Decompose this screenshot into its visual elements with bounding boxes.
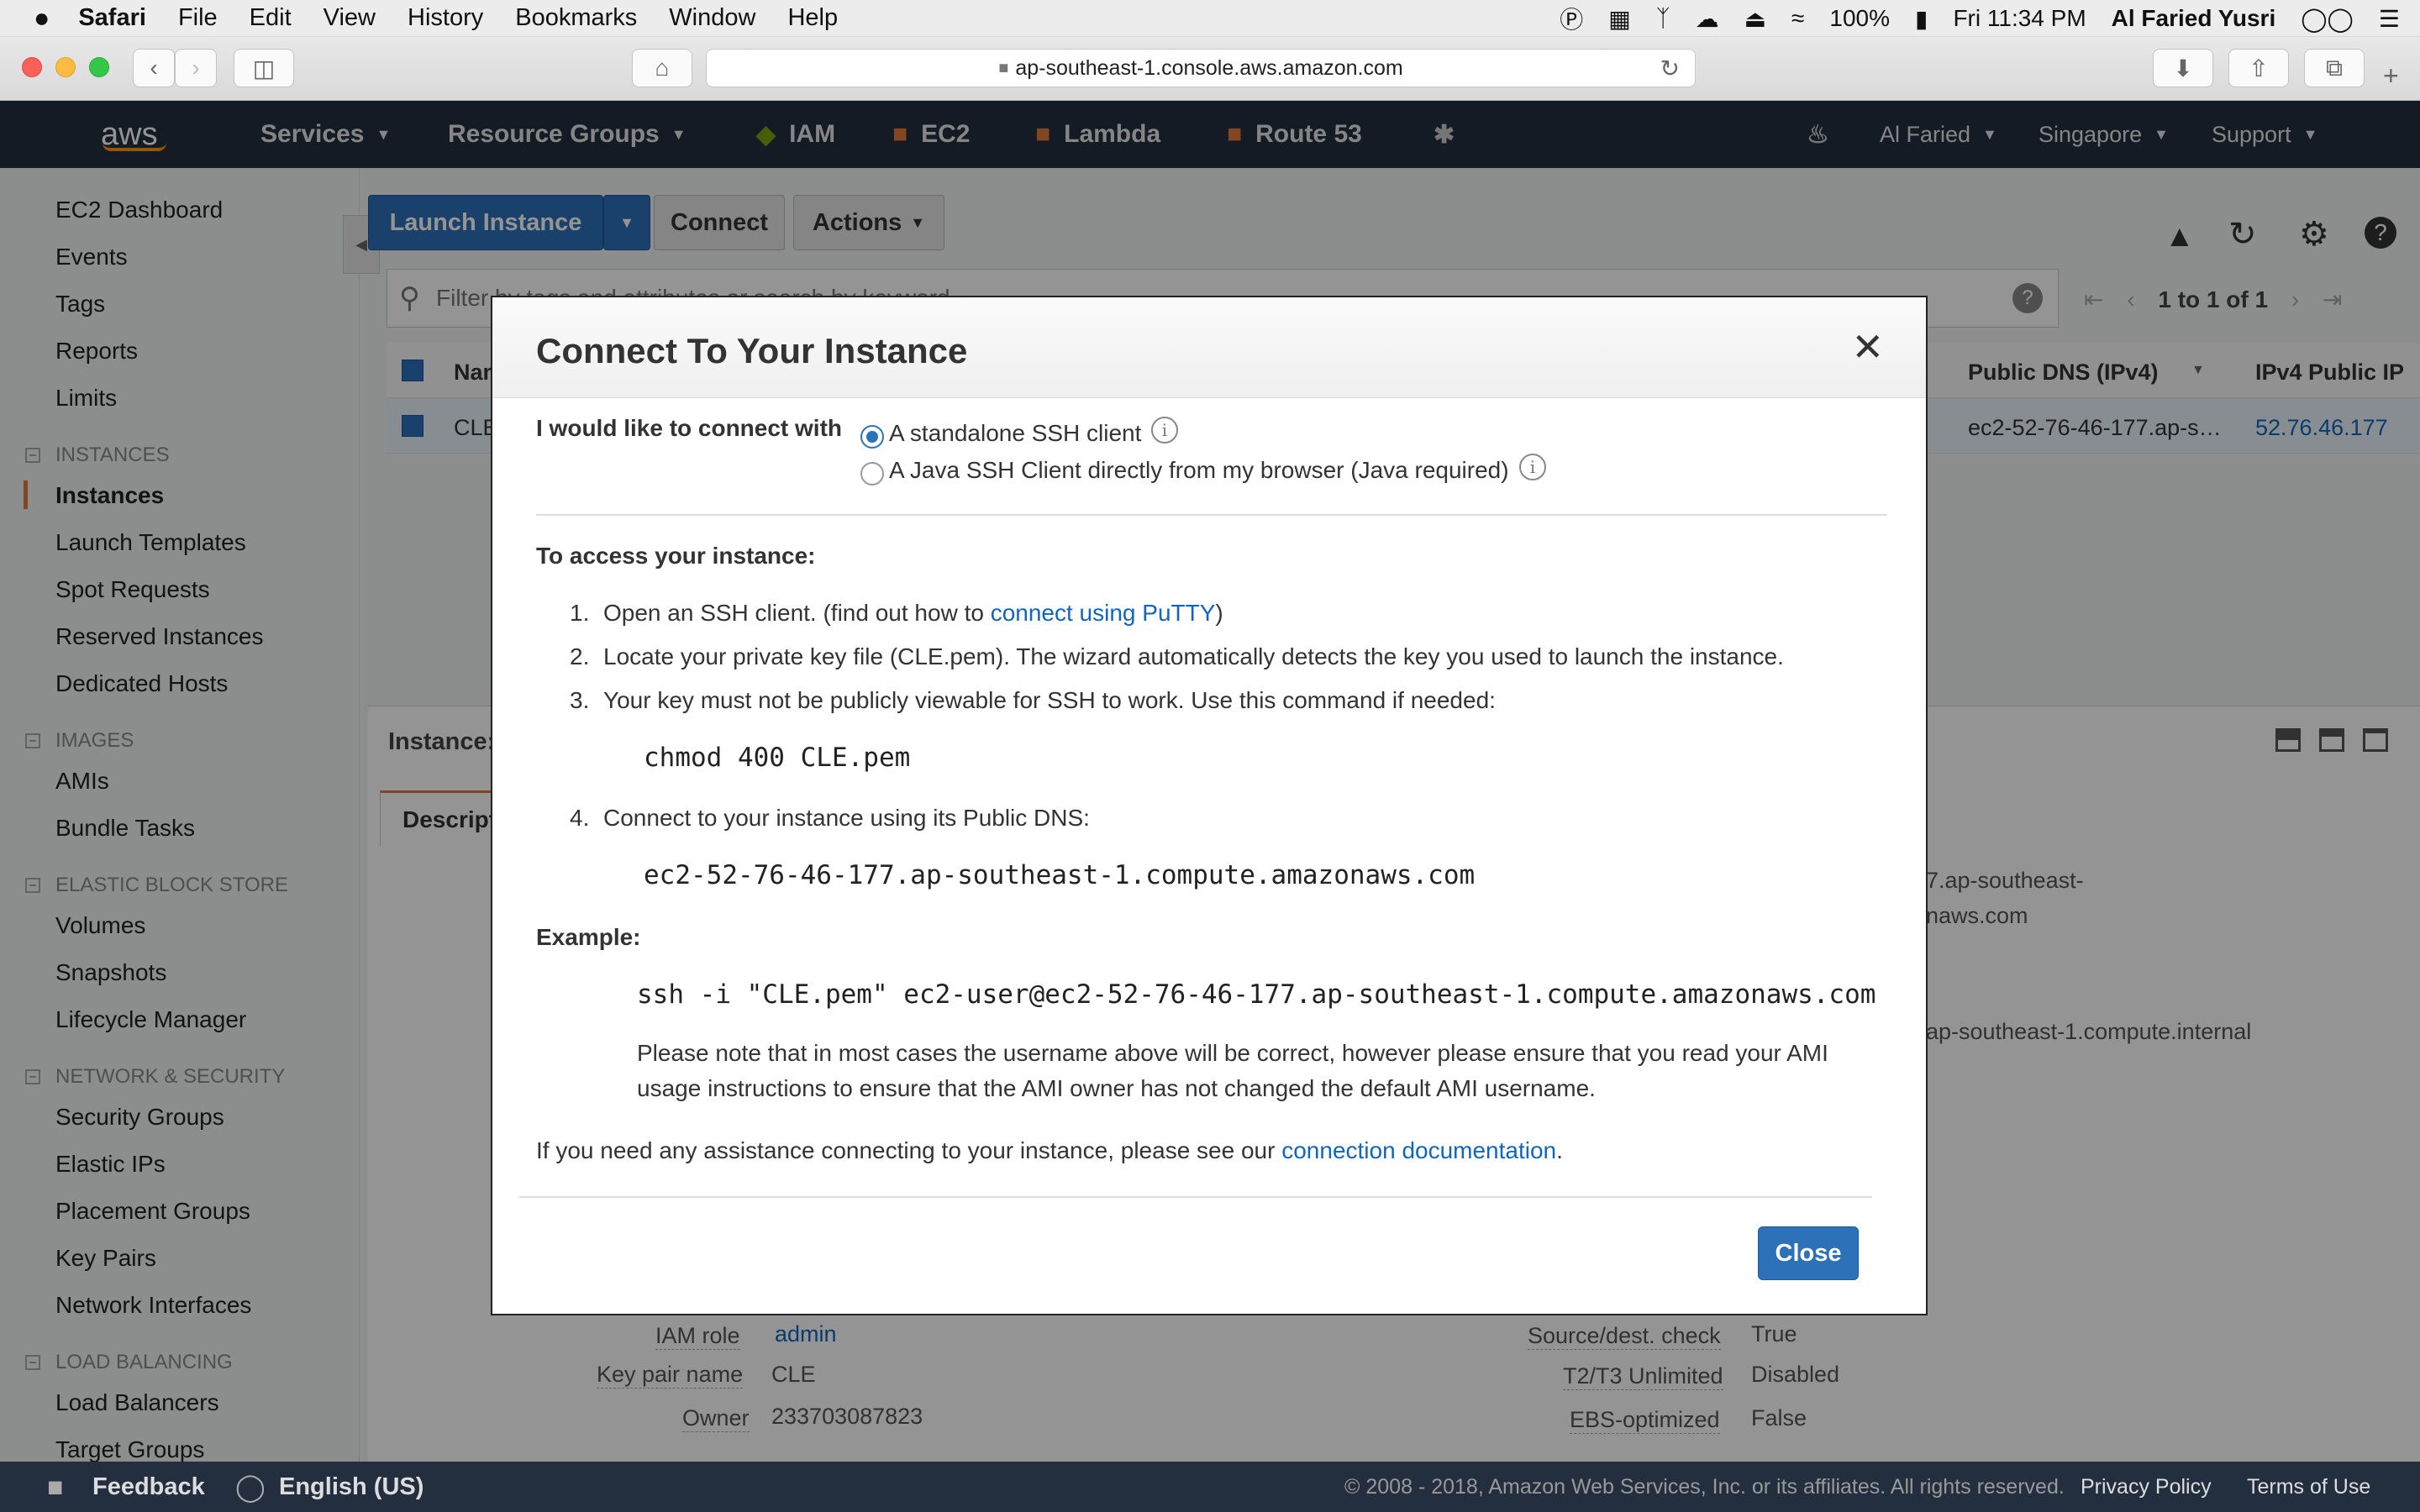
help-text-prefix: If you need any assistance connecting to…	[536, 1137, 1276, 1163]
new-tab-button[interactable]: +	[2383, 60, 2399, 92]
url-text: ap-southeast-1.console.aws.amazon.com	[1015, 55, 1403, 80]
connect-instance-modal: Connect To Your Instance ✕ I would like …	[491, 296, 1928, 1315]
battery-icon: ▮	[1915, 5, 1928, 32]
connect-using-putty-link[interactable]: connect using PuTTY	[991, 600, 1216, 626]
feedback-link[interactable]: Feedback	[92, 1473, 205, 1501]
home-button[interactable]: ⌂	[632, 49, 692, 87]
downloads-button[interactable]: ⬇	[2153, 49, 2213, 87]
ssh-command-example: ssh -i "CLE.pem" ec2-user@ec2-52-76-46-1…	[637, 979, 1876, 1010]
username-note-line-1: Please note that in most cases the usern…	[637, 1040, 1828, 1066]
share-button[interactable]: ⇧	[2228, 49, 2289, 87]
modal-title: Connect To Your Instance	[536, 331, 968, 370]
battery-percent[interactable]: 100%	[1829, 5, 1890, 32]
connection-documentation-link[interactable]: connection documentation	[1281, 1137, 1556, 1163]
menu-window[interactable]: Window	[669, 4, 755, 32]
globe-icon: ◯	[235, 1472, 266, 1502]
copyright-text: © 2008 - 2018, Amazon Web Services, Inc.…	[1344, 1474, 2065, 1499]
d-icon[interactable]: Ⓟ	[1560, 2, 1583, 35]
reload-icon[interactable]: ↻	[1660, 55, 1680, 82]
bluetooth-icon[interactable]: ᛉ	[1656, 5, 1670, 32]
sidebar-toggle-button[interactable]: ◫	[234, 49, 294, 87]
menu-app-name[interactable]: Safari	[78, 4, 146, 32]
radio-standalone-ssh[interactable]	[860, 425, 884, 449]
menu-edit[interactable]: Edit	[250, 4, 292, 32]
modal-header: Connect To Your Instance ✕	[492, 297, 1926, 398]
close-window-button[interactable]	[22, 57, 42, 77]
option-standalone-ssh-label[interactable]: A standalone SSH client	[889, 420, 1141, 447]
info-icon[interactable]: i	[1151, 417, 1178, 444]
example-label: Example:	[536, 924, 641, 950]
help-text-suffix: .	[1556, 1137, 1563, 1163]
forward-button[interactable]: ›	[175, 49, 217, 87]
lock-icon: ■	[998, 58, 1009, 77]
help-text: If you need any assistance connecting to…	[536, 1137, 1563, 1164]
mac-menu-bar: ● Safari File Edit View History Bookmark…	[0, 0, 2420, 37]
chmod-command: chmod 400 CLE.pem	[644, 743, 911, 773]
zoom-window-button[interactable]	[89, 57, 109, 77]
browser-toolbar: ‹ › ◫ ⌂ ■ ap-southeast-1.console.aws.ama…	[0, 37, 2420, 101]
list-icon[interactable]: ☰	[2379, 5, 2400, 33]
step-1-suffix: )	[1215, 600, 1223, 626]
public-dns-value: ec2-52-76-46-177.ap-southeast-1.compute.…	[644, 860, 1476, 890]
radio-java-ssh[interactable]	[860, 462, 884, 486]
terms-of-use-link[interactable]: Terms of Use	[2247, 1475, 2370, 1499]
step-1-prefix: Open an SSH client. (find out how to	[603, 600, 984, 626]
eject-icon[interactable]: ⏏	[1744, 5, 1766, 33]
step-1-number: 1.	[570, 600, 590, 626]
connect-with-label: I would like to connect with	[536, 415, 843, 441]
step-1-text: Open an SSH client. (find out how to con…	[603, 600, 1223, 627]
divider	[519, 1196, 1872, 1198]
access-heading: To access your instance:	[536, 543, 816, 569]
apple-icon[interactable]: ●	[34, 3, 50, 34]
minimize-window-button[interactable]	[55, 57, 76, 77]
cloud-upload-icon[interactable]: ☁	[1696, 5, 1719, 33]
menu-bookmarks[interactable]: Bookmarks	[515, 4, 637, 32]
menu-view[interactable]: View	[324, 4, 376, 32]
step-4-text: Connect to your instance using its Publi…	[603, 805, 1090, 831]
step-2-number: 2.	[570, 643, 590, 669]
address-bar[interactable]: ■ ap-southeast-1.console.aws.amazon.com …	[706, 49, 1696, 87]
step-3-number: 3.	[570, 687, 590, 713]
menu-help[interactable]: Help	[787, 4, 838, 32]
info-icon[interactable]: i	[1519, 454, 1546, 480]
menu-history[interactable]: History	[408, 4, 483, 32]
step-2-text: Locate your private key file (CLE.pem). …	[603, 643, 1784, 669]
step-4-number: 4.	[570, 805, 590, 831]
divider	[536, 514, 1887, 516]
language-selector[interactable]: English (US)	[279, 1473, 424, 1501]
menu-clock[interactable]: Fri 11:34 PM	[1953, 5, 2086, 32]
step-3-text: Your key must not be publicly viewable f…	[603, 687, 1496, 713]
username-note-line-2: usage instructions to ensure that the AM…	[637, 1075, 1596, 1101]
tabs-button[interactable]: ⧉	[2304, 49, 2365, 87]
console-footer: ■ Feedback ◯ English (US) © 2008 - 2018,…	[0, 1462, 2420, 1512]
back-button[interactable]: ‹	[133, 49, 175, 87]
close-icon[interactable]: ✕	[1851, 328, 1884, 366]
menu-user[interactable]: Al Faried Yusri	[2112, 5, 2276, 32]
close-button[interactable]: Close	[1758, 1226, 1859, 1280]
feedback-icon: ■	[47, 1471, 64, 1502]
menu-file[interactable]: File	[178, 4, 218, 32]
privacy-policy-link[interactable]: Privacy Policy	[2081, 1475, 2212, 1499]
option-java-ssh-label[interactable]: A Java SSH Client directly from my brows…	[889, 457, 1509, 484]
wifi-icon[interactable]: ≈	[1791, 5, 1804, 32]
grid-icon[interactable]: ▦	[1608, 5, 1630, 33]
glasses-icon[interactable]: ◯◯	[2301, 5, 2354, 33]
